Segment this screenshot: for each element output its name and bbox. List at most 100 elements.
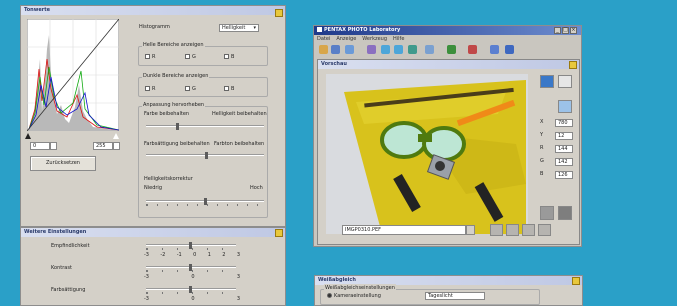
open-folder-icon[interactable] — [319, 45, 328, 54]
white-point-handle[interactable] — [113, 133, 119, 139]
window-controls: _ □ × — [554, 27, 577, 34]
rotate-left-icon[interactable] — [381, 45, 390, 54]
preview-image[interactable] — [326, 74, 528, 234]
close-icon[interactable] — [572, 277, 580, 285]
maximize-button[interactable]: □ — [562, 27, 569, 34]
light-g-label: G — [192, 54, 196, 60]
adjust-title: Anpassung hervorheben — [142, 101, 206, 110]
color-brightness-slider[interactable] — [146, 123, 264, 130]
light-b-label: B — [231, 54, 235, 60]
black-point-handle[interactable] — [25, 133, 31, 139]
sensitivity-label: Empfindlichkeit — [51, 243, 90, 249]
keep-brightness-label: Helligkeit beibehalten — [212, 111, 267, 117]
contrast-scale: -3 0 3 — [144, 274, 240, 280]
sensitivity-slider[interactable] — [146, 242, 236, 250]
brightness-curve-label: Helligkeitskorrektur — [144, 176, 193, 182]
app-icon — [317, 27, 322, 32]
next-image-icon[interactable] — [522, 224, 535, 236]
rotate-right-icon[interactable] — [394, 45, 403, 54]
camera-setting-radio[interactable]: Kameraeinstellung — [327, 292, 381, 301]
input-high-stepper[interactable] — [113, 142, 120, 150]
light-b-checkbox[interactable]: B — [224, 53, 234, 62]
magnifier-icon[interactable] — [558, 100, 572, 113]
save-icon[interactable] — [331, 45, 340, 54]
toolbar — [317, 43, 578, 57]
contrast-slider[interactable] — [146, 264, 236, 272]
levels-panel: Tonwerte 0 255 Zurücksetzen Histogramm H… — [20, 5, 286, 227]
light-areas-title: Helle Bereiche anzeigen — [142, 41, 205, 50]
gray-swatch — [540, 206, 554, 220]
readout-y: Y 12 — [540, 131, 576, 144]
file-select[interactable]: IMGP0310.PEF — [342, 225, 466, 235]
refresh-icon[interactable] — [408, 45, 417, 54]
minimize-button[interactable]: _ — [554, 27, 561, 34]
enhance-panel: Weitere Einstellungen Empfindlichkeit -3… — [20, 227, 286, 306]
pixel-readout: X 780 Y 12 R 144 G 142 B 126 — [540, 118, 576, 183]
crop-icon[interactable] — [558, 75, 572, 88]
undo-icon[interactable] — [345, 45, 354, 54]
readout-b: B 126 — [540, 170, 576, 183]
last-image-icon[interactable] — [538, 224, 551, 236]
reset-button[interactable]: Zurücksetzen — [30, 156, 96, 171]
saturation-hue-slider[interactable] — [146, 152, 264, 159]
preview-panel: Vorschau X 780 Y 12 R 144 G 142 B 126 IM… — [317, 59, 580, 245]
keep-color-label: Farbe beibehalten — [144, 111, 190, 117]
app-title: PENTAX PHOTO Laboratory — [314, 26, 581, 35]
chevron-down-icon: ▾ — [253, 25, 256, 31]
compare-icon[interactable] — [490, 45, 499, 54]
close-icon[interactable] — [569, 61, 577, 69]
menu-file[interactable]: Datei — [317, 35, 330, 43]
file-select-value: IMGP0310.PEF — [345, 227, 382, 233]
menu-help[interactable]: Hilfe — [393, 35, 404, 43]
monitor-icon[interactable] — [447, 45, 456, 54]
close-icon[interactable] — [275, 9, 283, 17]
zoom-fit-button[interactable] — [540, 75, 554, 88]
brightness-high-label: Hoch — [250, 185, 263, 191]
sensitivity-scale: -3 -2 -1 0 1 2 3 — [144, 252, 240, 258]
dark-r-checkbox[interactable]: R — [145, 85, 155, 94]
readout-r: R 144 — [540, 144, 576, 157]
dark-b-label: B — [231, 86, 235, 92]
dark-g-checkbox[interactable]: G — [185, 85, 196, 94]
levels-title: Tonwerte — [21, 6, 285, 15]
readout-x: X 780 — [540, 118, 576, 131]
contrast-label: Kontrast — [51, 265, 72, 271]
light-r-checkbox[interactable]: R — [145, 53, 155, 62]
first-image-icon[interactable] — [490, 224, 503, 236]
upload-icon[interactable] — [505, 45, 514, 54]
readout-g: G 142 — [540, 157, 576, 170]
input-low-field[interactable]: 0 — [30, 142, 50, 150]
previous-image-icon[interactable] — [506, 224, 519, 236]
menu-bar: Datei Anzeige Werkzeug Hilfe — [314, 35, 581, 43]
keep-saturation-label: Farbsättigung beibehalten — [144, 141, 210, 147]
white-balance-panel: Weißabgleich Weißabgleichseinstellungen … — [314, 275, 583, 306]
app-window: PENTAX PHOTO Laboratory _ □ × Datei Anze… — [313, 25, 582, 247]
histogram-channel-value: Helligkeit — [222, 25, 246, 31]
brightness-low-label: Niedrig — [144, 185, 162, 191]
saturation-label: Farbsättigung — [51, 287, 86, 293]
input-high-field[interactable]: 255 — [93, 142, 113, 150]
light-r-label: R — [152, 54, 156, 60]
refresh-icon[interactable] — [558, 206, 572, 220]
dark-b-checkbox[interactable]: B — [224, 85, 234, 94]
camera-setting-label: Kameraeinstellung — [334, 293, 381, 299]
print-icon[interactable] — [468, 45, 477, 54]
file-dropdown-button[interactable] — [466, 225, 475, 235]
saturation-slider[interactable] — [146, 286, 236, 294]
dark-r-label: R — [152, 86, 156, 92]
saturation-scale: -3 0 3 — [144, 296, 240, 302]
light-g-checkbox[interactable]: G — [185, 53, 196, 62]
histogram-chart[interactable] — [27, 19, 119, 131]
settings-icon[interactable] — [367, 45, 376, 54]
close-button[interactable]: × — [570, 27, 577, 34]
enhance-title: Weitere Einstellungen — [21, 228, 285, 237]
histogram-channel-select[interactable]: Helligkeit ▾ — [219, 24, 259, 32]
close-icon[interactable] — [275, 229, 283, 237]
menu-view[interactable]: Anzeige — [336, 35, 356, 43]
white-balance-value[interactable]: Tageslicht — [425, 292, 485, 300]
brightness-curve-slider[interactable] — [146, 198, 264, 206]
menu-tools[interactable]: Werkzeug — [362, 35, 387, 43]
export-icon[interactable] — [425, 45, 434, 54]
input-low-stepper[interactable] — [50, 142, 57, 150]
histogram-label: Histogramm — [139, 24, 170, 30]
